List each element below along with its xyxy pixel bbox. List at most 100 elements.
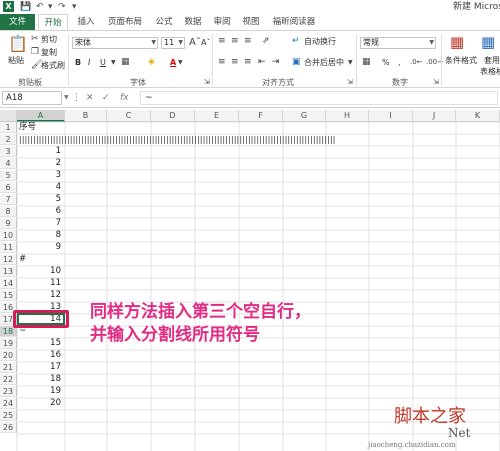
worksheet-grid[interactable]: A B C D E F G H I J K 1 2 3 4 5 6 7 8 9 10 11 12 13 1…	[0, 110, 500, 451]
row-header-2[interactable]: 2	[0, 134, 17, 145]
comma-button[interactable]: ,	[398, 57, 401, 68]
font-size-select[interactable]: 11 ▼	[161, 37, 185, 49]
align-center-icon[interactable]: ≡	[231, 57, 239, 68]
align-middle-icon[interactable]: ≡	[231, 36, 239, 47]
font-color-dropdown-icon[interactable]: ▼	[178, 57, 183, 68]
merge-center-icon[interactable]: ▣	[292, 57, 301, 68]
undo-dropdown-icon[interactable]: ▾	[48, 0, 53, 14]
font-dialog-launcher-icon[interactable]: ⇲	[204, 77, 210, 88]
increase-indent-icon[interactable]: ⇥	[272, 57, 280, 68]
enter-icon[interactable]: ✓	[102, 91, 110, 105]
tab-home[interactable]: 开始	[38, 14, 68, 30]
cell-a1[interactable]: 序号	[17, 122, 36, 133]
cell-a15[interactable]: 12	[17, 290, 65, 301]
row-header-3[interactable]: 3	[0, 146, 17, 157]
cell-a9[interactable]: 7	[17, 218, 65, 229]
cell-a7[interactable]: 5	[17, 194, 65, 205]
row-header-20[interactable]: 20	[0, 350, 17, 361]
cell-a19[interactable]: 15	[17, 338, 65, 349]
row-header-14[interactable]: 14	[0, 278, 17, 289]
cell-a22[interactable]: 18	[17, 374, 65, 385]
cell-a11[interactable]: 9	[17, 242, 65, 253]
cell-a21[interactable]: 17	[17, 362, 65, 373]
row-header-15[interactable]: 15	[0, 290, 17, 301]
cell-a13[interactable]: 10	[17, 266, 65, 277]
format-painter-button[interactable]: 格式刷	[41, 60, 65, 71]
conditional-format-icon[interactable]: ▦	[450, 33, 464, 51]
row-header-26[interactable]: 26	[0, 422, 17, 433]
row-header-5[interactable]: 5	[0, 170, 17, 181]
cell-a10[interactable]: 8	[17, 230, 65, 241]
bold-button[interactable]: B	[75, 57, 81, 68]
cut-button[interactable]: 剪切	[41, 34, 57, 45]
row-header-12[interactable]: 12	[0, 254, 17, 265]
increase-decimal-icon[interactable]: .0←	[410, 57, 423, 68]
align-right-icon[interactable]: ≡	[244, 57, 252, 68]
cancel-icon[interactable]: ✕	[86, 91, 94, 105]
row-header-11[interactable]: 11	[0, 242, 17, 253]
row-header-10[interactable]: 10	[0, 230, 17, 241]
row-header-19[interactable]: 19	[0, 338, 17, 349]
borders-icon[interactable]: ▦	[121, 57, 130, 68]
cell-a8[interactable]: 6	[17, 206, 65, 217]
row-header-25[interactable]: 25	[0, 410, 17, 421]
format-table-button-line2[interactable]: 表格格	[480, 66, 500, 77]
cell-a24[interactable]: 20	[17, 398, 65, 409]
row-header-6[interactable]: 6	[0, 182, 17, 193]
row-header-1[interactable]: 1	[0, 122, 17, 133]
tab-review[interactable]: 审阅	[209, 14, 235, 30]
cell-a23[interactable]: 19	[17, 386, 65, 397]
cell-a6[interactable]: 4	[17, 182, 65, 193]
row-header-23[interactable]: 23	[0, 386, 17, 397]
format-table-button-line1[interactable]: 套用	[484, 55, 500, 66]
save-icon[interactable]: 💾	[20, 0, 31, 14]
tab-file[interactable]: 文件	[0, 14, 35, 30]
row-header-21[interactable]: 21	[0, 362, 17, 373]
fill-color-icon[interactable]: ◈	[148, 57, 155, 68]
undo-icon[interactable]: ↶	[36, 0, 44, 14]
orientation-icon[interactable]: ⇗	[262, 36, 270, 47]
redo-icon[interactable]: ↷	[58, 0, 66, 14]
row-header-22[interactable]: 22	[0, 374, 17, 385]
format-table-icon[interactable]: ▦	[481, 33, 495, 51]
merge-dropdown-icon[interactable]: ▼	[348, 57, 353, 68]
wrap-text-button[interactable]: 自动换行	[304, 36, 336, 47]
row-header-8[interactable]: 8	[0, 206, 17, 217]
row-header-7[interactable]: 7	[0, 194, 17, 205]
copy-icon[interactable]: ❐	[31, 47, 39, 58]
paste-icon[interactable]: 📋	[8, 35, 28, 53]
name-box[interactable]: A18	[2, 91, 62, 105]
tab-foxit-reader[interactable]: 福昕阅读器	[268, 14, 320, 30]
cell-a12[interactable]: #	[17, 254, 65, 265]
customize-toolbar-icon[interactable]: ▾	[72, 0, 77, 14]
cell-a4[interactable]: 2	[17, 158, 65, 169]
cell-a20[interactable]: 16	[17, 350, 65, 361]
decrease-font-icon[interactable]: Aˇ	[201, 37, 210, 48]
paste-button[interactable]: 粘贴	[8, 55, 24, 66]
align-left-icon[interactable]: ≡	[218, 57, 226, 68]
insert-function-button[interactable]: fx	[120, 91, 129, 105]
tab-page-layout[interactable]: 页面布局	[102, 14, 148, 30]
row-header-24[interactable]: 24	[0, 398, 17, 409]
underline-button[interactable]: U	[100, 57, 106, 68]
row-header-9[interactable]: 9	[0, 218, 17, 229]
font-name-select[interactable]: 宋体 ▼	[72, 37, 158, 49]
merge-center-button[interactable]: 合并后居中	[304, 57, 344, 68]
cell-a5[interactable]: 3	[17, 170, 65, 181]
formula-input[interactable]: ~	[140, 91, 498, 105]
underline-dropdown-icon[interactable]: ▼	[111, 57, 116, 68]
align-bottom-icon[interactable]: ≡	[244, 36, 252, 47]
alignment-dialog-launcher-icon[interactable]: ⇲	[347, 77, 353, 88]
tab-formulas[interactable]: 公式	[151, 14, 177, 30]
copy-button[interactable]: 复制	[41, 47, 57, 58]
wrap-text-icon[interactable]: ↵	[292, 36, 300, 47]
align-top-icon[interactable]: ≡	[218, 36, 226, 47]
accounting-format-icon[interactable]: ▦	[362, 57, 371, 68]
tab-view[interactable]: 视图	[238, 14, 264, 30]
number-format-select[interactable]: 常规 ▼	[360, 37, 436, 49]
cell-a3[interactable]: 1	[17, 146, 65, 157]
name-box-dropdown-icon[interactable]: ▼	[64, 91, 69, 105]
tab-data[interactable]: 数据	[180, 14, 206, 30]
cell-row2-separator[interactable]: ||||||||||||||||||||||||||||||||||||||||…	[17, 134, 500, 145]
tab-insert[interactable]: 插入	[72, 14, 100, 30]
